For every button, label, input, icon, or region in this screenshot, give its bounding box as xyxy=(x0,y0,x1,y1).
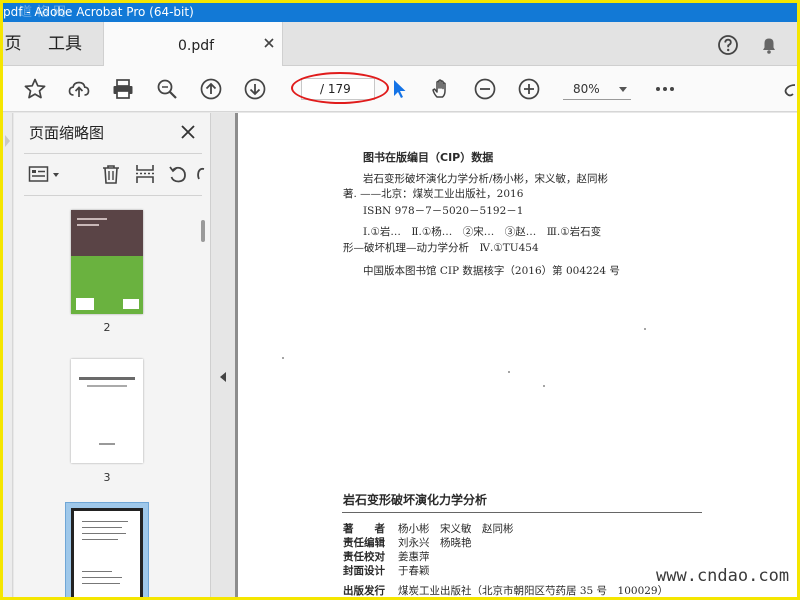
tab-document-label: 0.pdf xyxy=(178,38,215,54)
hand-icon[interactable] xyxy=(429,77,453,101)
panel-tab-indicator xyxy=(5,135,10,147)
cip-line: 形—破坏机理—动力学分析 Ⅳ.①TU454 xyxy=(343,242,539,254)
close-tab-icon[interactable] xyxy=(262,36,276,50)
tab-bar: 页 工具 0.pdf xyxy=(3,22,797,66)
page-thumbnail-2[interactable] xyxy=(71,210,143,314)
thumb-text-line xyxy=(82,521,128,522)
thumbnail-label: 3 xyxy=(103,471,111,484)
title-bar: pdf - Adobe Acrobat Pro (64-bit) 道格网 xyxy=(3,3,797,22)
cloud-upload-icon[interactable] xyxy=(67,77,91,101)
arrow-up-icon[interactable] xyxy=(199,77,223,101)
link-icon[interactable] xyxy=(781,77,797,101)
title-rule xyxy=(342,512,702,513)
info-value: 杨小彬 宋义敏 赵同彬 xyxy=(398,523,514,535)
cip-line: 中国版本图书馆 CIP 数据核字（2016）第 004224 号 xyxy=(363,265,620,277)
scan-speck xyxy=(543,385,545,387)
pdf-page: 图书在版编目（CIP）数据 岩石变形破坏演化力学分析/杨小彬，宋义敏，赵同彬 著… xyxy=(238,113,797,597)
more-icon[interactable] xyxy=(653,77,677,101)
info-value: 于春颖 xyxy=(398,565,430,577)
cursor-arrow-icon[interactable] xyxy=(387,77,411,101)
info-key: 责任编辑 xyxy=(343,537,385,549)
page-number-box: / 179 xyxy=(301,78,375,100)
cip-line: 岩石变形破坏演化力学分析/杨小彬，宋义敏，赵同彬 xyxy=(363,173,609,185)
left-panel-strip xyxy=(3,113,13,597)
page-number-input[interactable] xyxy=(304,80,318,98)
star-icon[interactable] xyxy=(23,77,47,101)
document-viewer[interactable]: 图书在版编目（CIP）数据 岩石变形破坏演化力学分析/杨小彬，宋义敏，赵同彬 著… xyxy=(235,113,797,597)
thumbnails-title: 页面缩略图 xyxy=(29,124,105,142)
printer-icon[interactable] xyxy=(111,77,135,101)
notification-bell-icon[interactable] xyxy=(758,34,780,56)
thumb-cover-text xyxy=(77,218,107,220)
pane-divider-2 xyxy=(24,195,202,196)
zoom-in-icon[interactable] xyxy=(517,77,541,101)
thumb-text-line xyxy=(82,527,122,528)
tab-tools[interactable]: 工具 xyxy=(27,22,103,66)
info-value: 姜惠萍 xyxy=(398,551,430,563)
book-title: 岩石变形破坏演化力学分析 xyxy=(343,493,488,507)
thumb-publisher-text xyxy=(99,443,115,445)
thumb-title-text xyxy=(79,377,135,380)
info-key: 责任校对 xyxy=(343,551,385,563)
zoom-search-icon[interactable] xyxy=(155,77,179,101)
zoom-out-icon[interactable] xyxy=(473,77,497,101)
thumb-qr-code xyxy=(76,298,94,310)
arrow-down-icon[interactable] xyxy=(243,77,267,101)
thumb-barcode xyxy=(123,299,139,309)
thumbnail-tools xyxy=(24,159,206,189)
trash-icon[interactable] xyxy=(100,163,122,185)
tab-document[interactable]: 0.pdf xyxy=(103,22,283,66)
info-key: 出版发行 xyxy=(343,585,385,597)
acrobat-window: pdf - Adobe Acrobat Pro (64-bit) 道格网 页 工… xyxy=(3,3,797,597)
chevron-left-icon[interactable] xyxy=(220,372,226,382)
scan-speck xyxy=(282,357,284,359)
info-key: 著 者 xyxy=(343,523,385,535)
info-value: 煤炭工业出版社（北京市朝阳区芍药居 35 号 100029） xyxy=(398,585,669,597)
collapse-pane-handle[interactable] xyxy=(211,113,235,597)
cip-line: Ⅰ.①岩… Ⅱ.①杨… ②宋… ③赵… Ⅲ.①岩石变 xyxy=(363,226,602,238)
tab-home[interactable]: 页 xyxy=(3,22,23,66)
thumb-text-line xyxy=(82,539,118,540)
thumb-subtitle-text xyxy=(87,385,127,387)
thumbnail-label: 2 xyxy=(103,321,111,334)
cip-line: ISBN 978－7－5020－5192－1 xyxy=(363,205,524,217)
info-value: 刘永兴 杨晓艳 xyxy=(398,537,472,549)
scan-speck xyxy=(508,371,510,373)
thumbnail-options-icon[interactable] xyxy=(28,163,62,185)
zoom-level-dropdown[interactable]: 80% xyxy=(563,78,631,100)
thumb-text-line xyxy=(82,577,122,578)
scan-speck xyxy=(644,328,646,330)
cip-line: 著. ——北京：煤炭工业出版社，2016 xyxy=(343,188,524,200)
page-view-box[interactable] xyxy=(71,508,143,597)
zoom-level-value: 80% xyxy=(573,82,600,96)
page-total: / 179 xyxy=(320,82,351,96)
thumb-cover-text xyxy=(77,224,99,226)
cip-heading: 图书在版编目（CIP）数据 xyxy=(363,151,494,164)
chevron-down-icon xyxy=(619,87,627,92)
info-key: 封面设计 xyxy=(343,565,385,577)
thumb-text-line xyxy=(82,571,112,572)
close-pane-icon[interactable] xyxy=(180,124,196,140)
thumb-text-line xyxy=(82,533,126,534)
rotate-left-icon[interactable] xyxy=(167,163,189,185)
help-icon[interactable] xyxy=(717,34,739,56)
page-thumbnail-3[interactable] xyxy=(71,359,143,463)
main-toolbar: / 179 80% xyxy=(3,66,797,112)
site-watermark: www.cndao.com xyxy=(656,566,790,586)
thumbnails-pane: 页面缩略图 2 3 xyxy=(14,113,211,597)
pane-divider xyxy=(24,153,202,154)
thumbnails-scrollbar[interactable] xyxy=(201,220,205,242)
rotate-right-icon[interactable] xyxy=(196,163,206,185)
page-thumbnail-4-selected[interactable] xyxy=(65,502,149,597)
watermark-logo: 道格网 xyxy=(19,5,71,20)
insert-page-icon[interactable] xyxy=(134,163,156,185)
thumb-text-line xyxy=(82,583,120,584)
